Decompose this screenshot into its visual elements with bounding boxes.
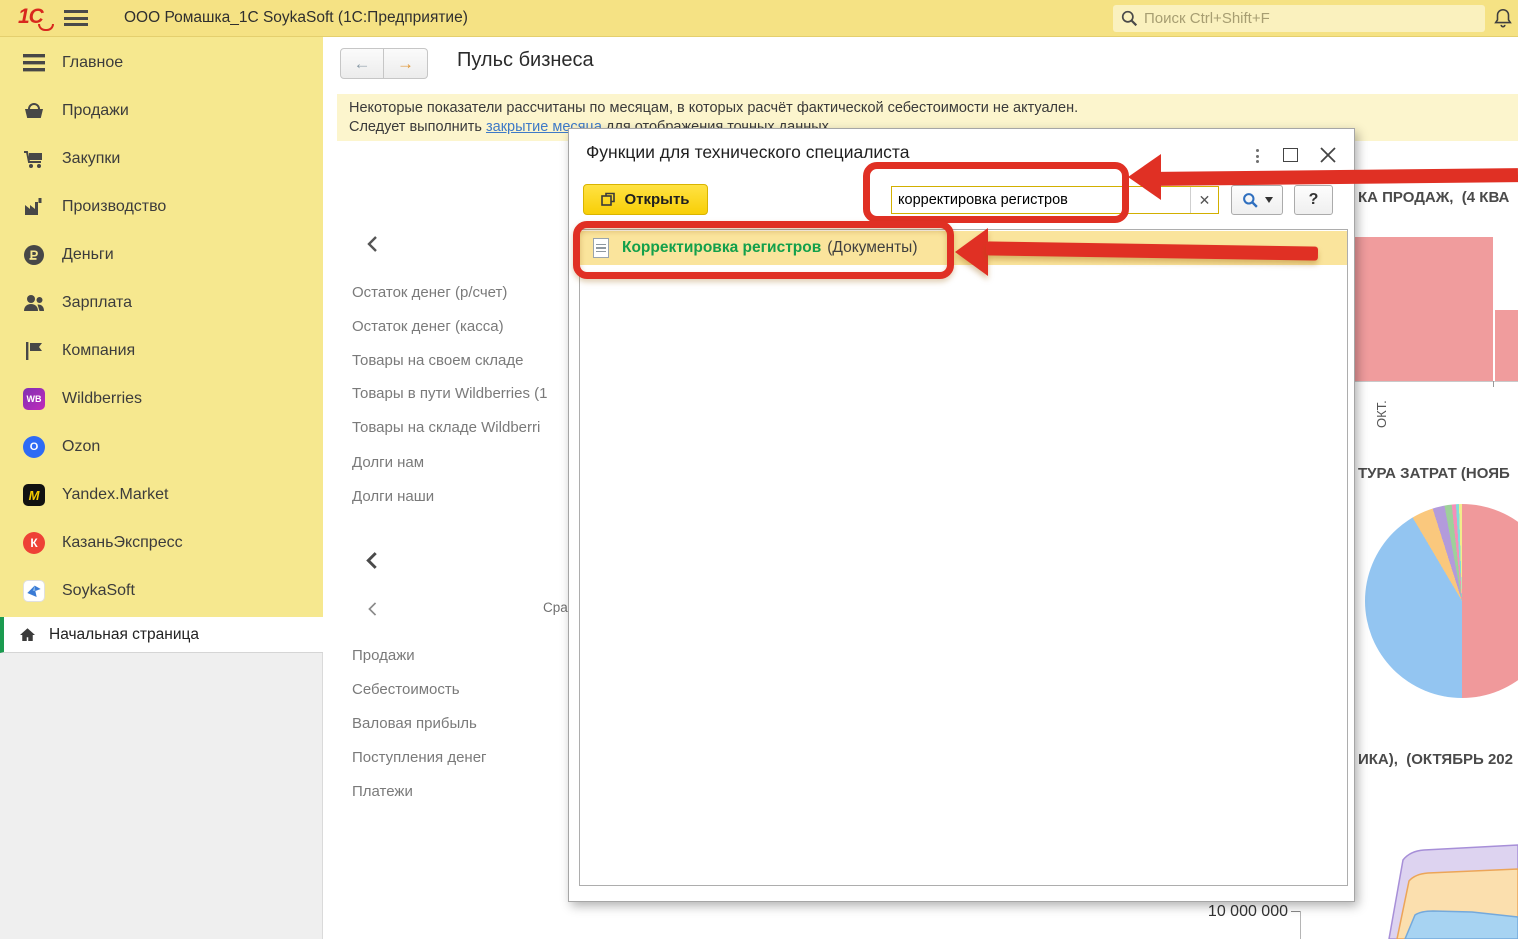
- annotation-arrowhead-result: [955, 228, 988, 276]
- forward-button[interactable]: →: [384, 48, 428, 79]
- sidebar-item-wildberries[interactable]: WB Wildberries: [0, 375, 323, 423]
- annotation-arrow-search: [1157, 168, 1518, 186]
- page-title: Пульс бизнеса: [457, 49, 594, 71]
- sidebar-item-kazanexpress[interactable]: К КазаньЭкспресс: [0, 519, 323, 567]
- yandex-market-icon: M: [22, 483, 46, 507]
- kpi-item[interactable]: Остаток денег (р/счет): [352, 284, 570, 301]
- flag-icon: [22, 339, 46, 363]
- close-icon[interactable]: [1319, 146, 1337, 164]
- global-search[interactable]: [1113, 5, 1485, 32]
- annotation-box-result-row: [573, 221, 954, 279]
- window-title: ООО Ромашка_1С SoykaSoft (1С:Предприятие…: [124, 9, 468, 26]
- open-button[interactable]: Открыть: [583, 184, 708, 215]
- global-search-input[interactable]: [1144, 10, 1477, 27]
- compare-label-clipped: Сра: [543, 600, 568, 615]
- kpi-item[interactable]: Платежи: [352, 783, 570, 800]
- collapse-chevron-icon[interactable]: [365, 235, 380, 253]
- sidebar-item-zarplata[interactable]: Зарплата: [0, 279, 323, 327]
- ruble-icon: Р: [22, 243, 46, 267]
- dynamics-y-tick: [1291, 911, 1300, 912]
- search-options-button[interactable]: [1231, 185, 1283, 215]
- notification-bell-icon[interactable]: [1492, 7, 1514, 29]
- svg-text:Р: Р: [30, 248, 39, 263]
- kpi-item[interactable]: Товары на своем складе: [352, 352, 570, 369]
- wildberries-icon: WB: [22, 387, 46, 411]
- kpi-item[interactable]: Остаток денег (касса): [352, 318, 570, 335]
- soykasoft-bird-icon: [22, 579, 46, 603]
- help-button[interactable]: ?: [1294, 185, 1333, 215]
- sidebar-item-glavnoe[interactable]: Главное: [0, 39, 323, 87]
- kazanexpress-icon: К: [22, 531, 46, 555]
- kpi-item[interactable]: Себестоимость: [352, 681, 570, 698]
- search-icon: [1242, 192, 1258, 208]
- dynamics-chart-title: ИКА), (ОКТЯБРЬ 202: [1358, 751, 1513, 768]
- sales-chart-title: КА ПРОДАЖ, (4 КВА: [1358, 189, 1510, 206]
- warning-line-1: Некоторые показатели рассчитаны по месяц…: [349, 100, 1079, 116]
- kpi-item[interactable]: Валовая прибыль: [352, 715, 570, 732]
- dialog-menu-icon[interactable]: [1249, 145, 1265, 167]
- search-results-list: Корректировка регистров (Документы): [579, 229, 1348, 886]
- history-nav: ← →: [340, 48, 428, 79]
- kpi-item[interactable]: Поступления денег: [352, 749, 570, 766]
- collapse-chevron-icon[interactable]: [364, 551, 380, 570]
- open-icon: [601, 192, 616, 206]
- topbar: 1С ООО Ромашка_1С SoykaSoft (1С:Предприя…: [0, 0, 1518, 37]
- people-icon: [22, 291, 46, 315]
- kpi-item[interactable]: Товары в пути Wildberries (1: [352, 385, 570, 402]
- factory-icon: [22, 195, 46, 219]
- costs-pie-chart: [1365, 504, 1518, 698]
- collapse-chevron-icon[interactable]: [366, 601, 379, 617]
- kpi-item[interactable]: Долги нам: [352, 454, 570, 471]
- sidebar-item-proizvodstvo[interactable]: Производство: [0, 183, 323, 231]
- annotation-arrowhead-search: [1128, 154, 1161, 200]
- kpi-item[interactable]: Товары на складе Wildberri: [352, 419, 570, 436]
- cart-icon: [22, 147, 46, 171]
- kpi-item[interactable]: Продажи: [352, 647, 570, 664]
- basket-icon: [22, 99, 46, 123]
- dialog-title: Функции для технического специалиста: [586, 142, 910, 162]
- sidebar: Главное Продажи Закупки Производство Р Д…: [0, 37, 323, 617]
- back-button[interactable]: ←: [340, 48, 384, 79]
- bar-x-label: ОКТ.: [1374, 400, 1389, 428]
- home-icon: [20, 627, 35, 641]
- home-page-tab[interactable]: Начальная страница: [0, 617, 323, 653]
- chevron-down-icon: [1264, 197, 1273, 203]
- 1c-logo-tail: [38, 24, 54, 31]
- annotation-box-search-field: [863, 162, 1129, 223]
- bar-x-tick: [1493, 381, 1494, 387]
- ozon-icon: O: [22, 435, 46, 459]
- hamburger-menu-icon[interactable]: [64, 10, 88, 26]
- sidebar-item-zakupki[interactable]: Закупки: [0, 135, 323, 183]
- kpi-item[interactable]: Долги наши: [352, 488, 570, 505]
- sidebar-item-prodazhi[interactable]: Продажи: [0, 87, 323, 135]
- maximize-icon[interactable]: [1283, 148, 1298, 162]
- sidebar-item-dengi[interactable]: Р Деньги: [0, 231, 323, 279]
- costs-chart-title: ТУРА ЗАТРАТ (НОЯБ: [1358, 465, 1510, 482]
- sidebar-item-ozon[interactable]: O Ozon: [0, 423, 323, 471]
- bar-november: [1495, 310, 1518, 381]
- dynamics-y-axis-label: 10 000 000: [1207, 903, 1288, 920]
- sidebar-item-soykasoft[interactable]: SoykaSoft: [0, 567, 323, 615]
- menu-lines-icon: [22, 51, 46, 75]
- sidebar-item-kompaniya[interactable]: Компания: [0, 327, 323, 375]
- search-icon: [1121, 10, 1138, 27]
- sidebar-item-yandex-market[interactable]: M Yandex.Market: [0, 471, 323, 519]
- sidebar-empty-area: [0, 653, 323, 939]
- clear-search-icon[interactable]: ✕: [1190, 187, 1218, 213]
